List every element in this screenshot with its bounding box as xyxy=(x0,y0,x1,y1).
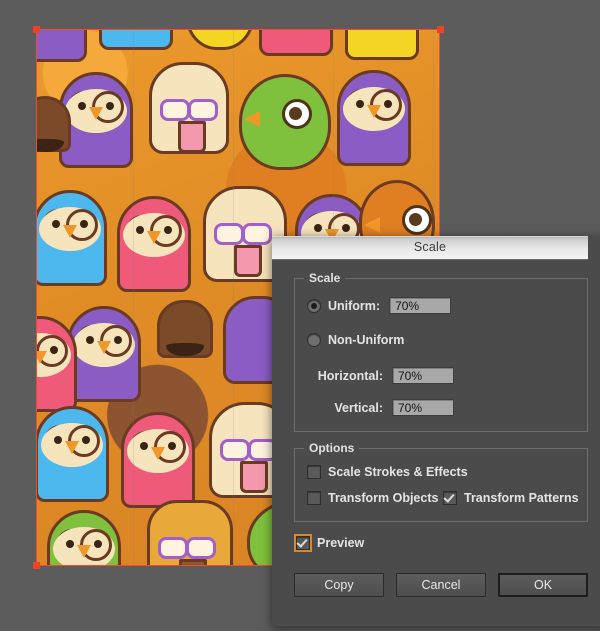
options-group: Options Scale Strokes & Effects Transfor… xyxy=(294,441,588,522)
uniform-label: Uniform: xyxy=(328,298,381,313)
scale-strokes-effects-label: Scale Strokes & Effects xyxy=(328,465,468,479)
selection-handle-bottom-left[interactable] xyxy=(33,562,40,569)
uniform-radio[interactable] xyxy=(307,298,321,313)
owl-yellow xyxy=(345,30,419,60)
owl-green xyxy=(47,510,121,565)
dialog-button-row: Copy Cancel OK xyxy=(294,573,588,597)
ok-button[interactable]: OK xyxy=(498,573,588,597)
copy-button[interactable]: Copy xyxy=(294,573,384,597)
owl-pink xyxy=(259,30,333,56)
horizontal-label: Horizontal: xyxy=(317,368,383,383)
transform-objects-checkbox[interactable] xyxy=(307,491,321,505)
scale-strokes-effects-row[interactable]: Scale Strokes & Effects xyxy=(307,465,468,479)
horizontal-input[interactable] xyxy=(392,367,454,384)
transform-patterns-checkbox[interactable] xyxy=(443,491,457,505)
scale-strokes-effects-checkbox[interactable] xyxy=(307,465,321,479)
preview-row[interactable]: Preview xyxy=(294,534,365,552)
scale-group: Scale Uniform: Non-Uniform Horizontal: V… xyxy=(294,271,588,432)
non-uniform-label: Non-Uniform xyxy=(328,333,405,347)
vertical-input[interactable] xyxy=(392,399,454,416)
owl-purple xyxy=(337,70,411,166)
owl-pink xyxy=(121,412,195,508)
vertical-row[interactable]: Vertical: xyxy=(307,399,454,416)
transform-objects-label: Transform Objects xyxy=(328,491,439,505)
owl-blue xyxy=(37,406,109,502)
uniform-row[interactable]: Uniform: xyxy=(307,297,452,314)
non-uniform-radio[interactable] xyxy=(307,333,321,347)
selection-handle-top-left[interactable] xyxy=(33,26,40,33)
transform-patterns-row[interactable]: Transform Patterns xyxy=(443,491,579,505)
scale-dialog[interactable]: Scale Scale Uniform: Non-Uniform Horizon… xyxy=(272,236,600,626)
owl-pink xyxy=(117,196,191,292)
preview-label: Preview xyxy=(317,536,365,550)
selection-handle-top-right[interactable] xyxy=(437,26,444,33)
bird-yellow xyxy=(185,30,255,50)
owl-blue xyxy=(99,30,173,50)
cancel-button[interactable]: Cancel xyxy=(396,573,486,597)
owl-blue xyxy=(37,190,107,286)
cat-with-glasses xyxy=(149,62,229,154)
transform-patterns-label: Transform Patterns xyxy=(464,491,579,505)
dialog-title: Scale xyxy=(413,240,447,254)
non-uniform-row[interactable]: Non-Uniform xyxy=(307,333,404,347)
options-group-label: Options xyxy=(304,441,360,455)
vertical-label: Vertical: xyxy=(334,400,383,415)
preview-checkbox[interactable] xyxy=(294,534,312,552)
scale-group-label: Scale xyxy=(304,271,346,285)
dialog-title-bar[interactable]: Scale xyxy=(272,236,588,260)
critter-brown xyxy=(157,300,213,358)
cat-orange-with-glasses xyxy=(147,500,233,565)
owl-purple xyxy=(37,30,87,62)
uniform-input[interactable] xyxy=(389,297,452,314)
transform-objects-row[interactable]: Transform Objects xyxy=(307,491,438,505)
owl-purple xyxy=(67,306,141,402)
monster-green xyxy=(239,74,331,170)
horizontal-row[interactable]: Horizontal: xyxy=(307,367,454,384)
